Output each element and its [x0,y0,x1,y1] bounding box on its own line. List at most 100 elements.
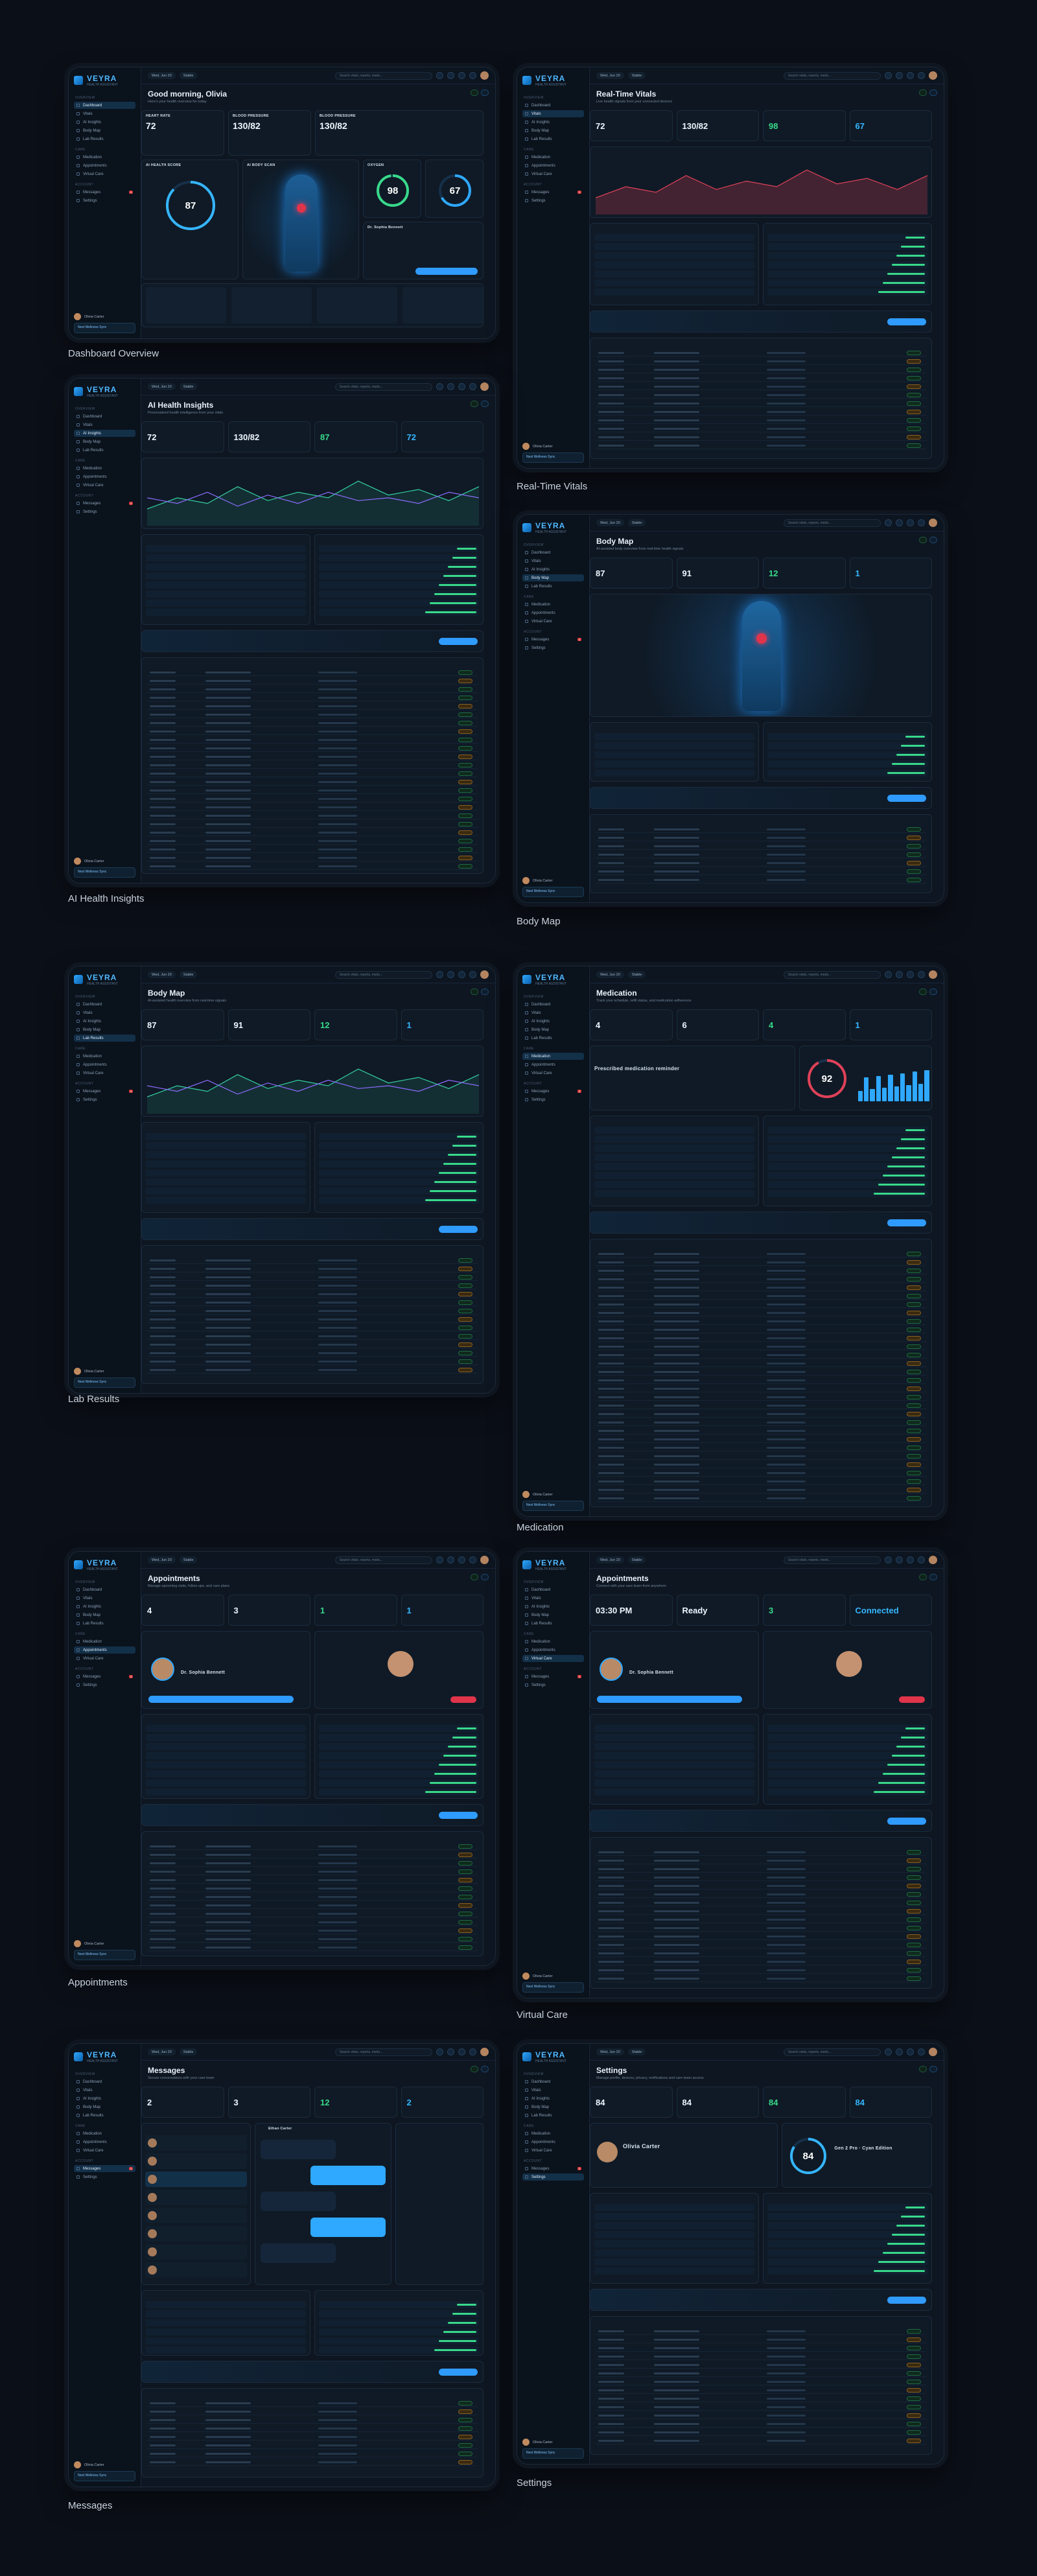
table-row[interactable] [147,796,478,802]
sidebar-item[interactable]: Dashboard [74,2078,135,2085]
user-profile[interactable]: Olivia Carter [522,1491,584,1498]
status-chip[interactable] [471,1574,478,1580]
join-button[interactable] [597,1696,742,1703]
list-item[interactable] [767,243,927,250]
table-row[interactable] [596,826,926,834]
list-item[interactable] [146,581,306,589]
sidebar-item[interactable]: Settings [522,1681,584,1689]
sidebar-item[interactable]: Settings [74,1096,135,1103]
search-input[interactable]: Search vitals, reports, meds... [335,1556,432,1564]
status-chip[interactable] [471,2066,478,2072]
table-row[interactable] [147,2400,478,2407]
list-item[interactable] [767,769,927,777]
sidebar-item[interactable]: Dashboard [74,413,135,420]
table-row[interactable] [596,1377,926,1384]
table-row[interactable] [596,367,926,374]
list-item[interactable] [594,261,754,268]
table-row[interactable] [147,1325,478,1331]
sidebar-item[interactable]: Body Map [522,574,584,581]
status-pill[interactable]: Stable [627,971,646,978]
sidebar-item[interactable]: Lab Results [522,135,584,143]
list-item[interactable] [594,270,754,277]
sidebar-item[interactable]: Virtual Care [74,170,135,178]
sync-button[interactable] [481,89,489,96]
sync-button[interactable] [481,1574,489,1580]
table-row[interactable] [596,860,926,867]
list-item[interactable] [594,2213,754,2220]
table-row[interactable] [147,729,478,735]
sidebar-item[interactable]: Dashboard [522,1001,584,1008]
list-item[interactable] [594,2204,754,2211]
sync-card[interactable]: Next Wellness Sync [522,452,584,463]
sidebar-item[interactable]: Medication [74,1638,135,1645]
table-row[interactable] [147,779,478,786]
list-item[interactable] [767,2258,927,2266]
table-row[interactable] [596,1883,926,1890]
help-icon[interactable] [469,383,476,390]
date-pill[interactable]: Wed, Jun 20 [596,971,624,978]
sidebar-item[interactable]: Messages 3 [74,1673,135,1680]
list-item[interactable] [319,1160,479,1167]
sidebar-item[interactable]: AI Insights [522,1603,584,1610]
list-item[interactable] [319,2301,479,2308]
list-item[interactable] [767,742,927,749]
list-item[interactable] [767,1734,927,1741]
list-item[interactable] [767,2213,927,2220]
brand-logo[interactable]: VEYRA HEALTH ASSISTANT [522,2050,584,2063]
bell-icon[interactable] [907,971,914,978]
date-pill[interactable]: Wed, Jun 20 [148,2048,176,2055]
help-icon[interactable] [469,2048,476,2055]
list-item[interactable] [319,1734,479,1741]
chat-icon[interactable] [447,383,454,390]
table-row[interactable] [596,1858,926,1864]
table-row[interactable] [147,754,478,760]
sync-card[interactable]: Next Wellness Sync [74,867,135,878]
list-item[interactable] [594,2249,754,2256]
table-row[interactable] [147,2451,478,2458]
table-row[interactable] [147,1844,478,1850]
list-item[interactable] [767,2231,927,2238]
sync-button[interactable] [481,2066,489,2072]
view-insights-button[interactable] [887,795,926,802]
sidebar-item[interactable]: Body Map [74,127,135,134]
list-item[interactable] [319,1788,479,1796]
sidebar-item[interactable]: Appointments [522,1061,584,1068]
table-row[interactable] [147,788,478,794]
table-row[interactable] [596,2337,926,2343]
table-row[interactable] [596,2413,926,2419]
avatar[interactable] [480,2048,489,2056]
sidebar-item[interactable]: Lab Results [74,1035,135,1042]
list-item[interactable] [594,1761,754,1768]
list-item[interactable] [594,1734,754,1741]
sidebar-item[interactable]: Body Map [522,2103,584,2111]
chat-icon[interactable] [447,1556,454,1563]
list-item[interactable] [594,742,754,749]
list-item[interactable] [146,1188,306,1195]
sync-card[interactable]: Next Wellness Sync [74,1950,135,1960]
sidebar-item[interactable]: Messages 3 [74,2165,135,2172]
status-chip[interactable] [471,989,478,995]
list-item[interactable] [594,1145,754,1152]
sidebar-item[interactable]: AI Insights [74,1018,135,1025]
avatar[interactable] [480,970,489,979]
sidebar-item[interactable]: AI Insights [522,119,584,126]
list-item[interactable] [767,1136,927,1143]
table-row[interactable] [596,1361,926,1367]
bell-icon[interactable] [458,2048,465,2055]
sidebar-item[interactable]: Messages 3 [74,1088,135,1095]
table-row[interactable] [147,804,478,811]
sidebar-item[interactable]: AI Insights [522,1018,584,1025]
table-row[interactable] [147,2459,478,2466]
calendar-icon[interactable] [436,971,443,978]
view-insights-button[interactable] [887,2297,926,2304]
sidebar-item[interactable]: Settings [522,2173,584,2181]
help-icon[interactable] [469,72,476,79]
list-item[interactable] [319,545,479,552]
list-item[interactable] [594,243,754,250]
user-profile[interactable]: Olivia Carter [74,858,135,865]
list-item[interactable] [594,2258,754,2266]
search-input[interactable]: Search vitals, reports, meds... [784,519,881,527]
table-row[interactable] [596,358,926,366]
table-row[interactable] [596,1310,926,1317]
list-item[interactable] [767,733,927,740]
